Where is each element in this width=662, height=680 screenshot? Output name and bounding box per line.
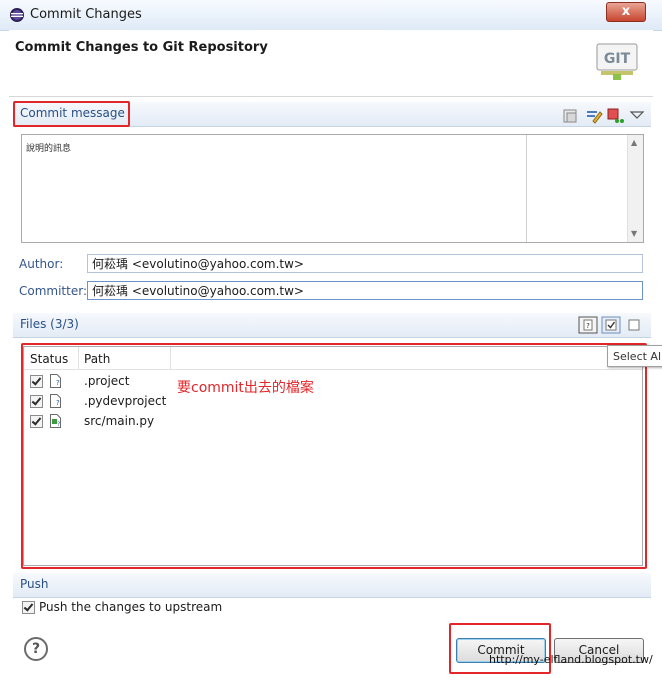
close-window-button[interactable]: x: [606, 2, 646, 22]
files-highlight: [21, 343, 647, 569]
files-section-bar: Files (3/3): [13, 313, 651, 338]
push-title: Push: [20, 577, 49, 591]
author-label: Author:: [19, 257, 64, 271]
commit-message-text: 說明的訊息: [26, 144, 72, 154]
select-all-icon[interactable]: [601, 316, 621, 334]
message-ruler-divider: [526, 135, 527, 242]
git-logo-text: GIT: [604, 51, 631, 67]
deselect-all-icon[interactable]: [624, 316, 644, 334]
files-title: Files (3/3): [20, 317, 79, 331]
push-section-bar: Push: [13, 573, 651, 598]
author-field[interactable]: 何菘瑀 <evolutino@yahoo.com.tw>: [87, 254, 643, 273]
commit-button-highlight: [449, 623, 551, 674]
window-title: Commit Changes: [30, 7, 142, 22]
dialog-header: Commit Changes to Git Repository GIT: [9, 30, 653, 97]
eclipse-icon: [10, 8, 24, 22]
committer-label: Committer:: [19, 284, 87, 298]
committer-field[interactable]: 何菘瑀 <evolutino@yahoo.com.tw>: [87, 281, 643, 300]
history-icon[interactable]: [561, 107, 581, 125]
help-icon[interactable]: ?: [24, 637, 48, 661]
view-menu-icon[interactable]: [627, 106, 647, 124]
spell-check-icon[interactable]: [584, 107, 604, 125]
commit-message-textarea[interactable]: 說明的訊息 ▲ ▼: [21, 134, 644, 243]
scroll-down-icon[interactable]: ▼: [631, 229, 637, 238]
push-upstream-label[interactable]: Push the changes to upstream: [39, 600, 222, 614]
dialog-heading: Commit Changes to Git Repository: [15, 40, 268, 55]
message-scrollbar[interactable]: ▲ ▼: [627, 135, 643, 242]
scroll-up-icon[interactable]: ▲: [631, 138, 637, 147]
files-annotation: 要commit出去的檔案: [177, 380, 314, 396]
sign-off-icon[interactable]: [606, 107, 626, 125]
push-upstream-checkbox[interactable]: [22, 601, 35, 614]
commit-message-highlight: [13, 101, 130, 127]
select-all-tooltip: Select Al: [607, 345, 662, 367]
git-logo-icon: GIT: [596, 43, 638, 80]
svg-text:?: ?: [586, 322, 590, 330]
blog-watermark: http://my-elfland.blogspot.tw/: [489, 653, 653, 666]
window-titlebar: Commit Changes x: [0, 0, 662, 31]
show-untracked-icon[interactable]: ?: [578, 316, 598, 334]
